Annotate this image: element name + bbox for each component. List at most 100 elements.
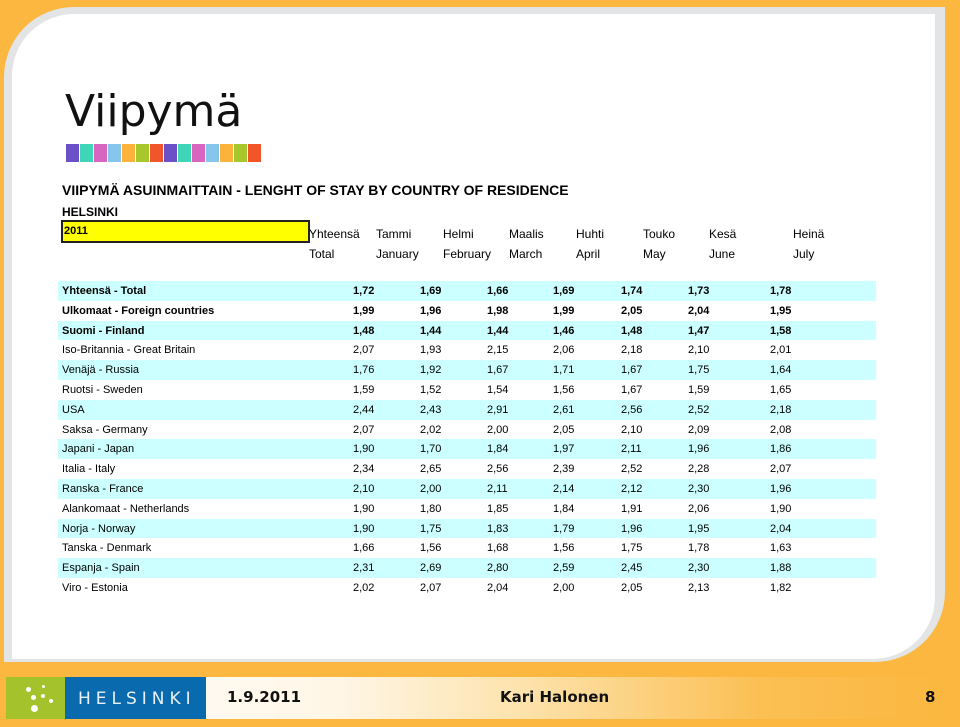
table-cell: 1,44 [487,324,509,337]
table-cell: 2,04 [688,304,710,317]
table-title: VIIPYMÄ ASUINMAITTAIN - LENGHT OF STAY B… [62,182,569,198]
table-cell: 1,80 [420,502,442,515]
color-swatch [136,144,149,162]
table-cell: 1,64 [770,364,792,377]
column-header-fi: Tammi [376,227,412,241]
table-cell: 1,66 [487,285,509,297]
table-cell: 2,91 [487,403,509,416]
row-label: USA [62,403,85,416]
table-row: Ulkomaat - Foreign countries 1,99 1,96 1,98… [58,301,876,321]
table-cell: 2,30 [688,562,710,575]
table-cell: 2,10 [621,423,643,436]
table-cell: 1,99 [353,304,375,317]
table-cell: 2,04 [487,581,509,594]
table-row: Ruotsi - Sweden 1,59 1,52 1,54 1,56 1,67 1,59 1… [58,380,876,400]
table-cell: 2,13 [688,581,710,594]
table-cell: 1,86 [770,443,792,456]
table-cell: 2,08 [770,423,792,436]
color-swatch [178,144,191,162]
table-cell: 1,70 [420,443,442,456]
table-cell: 2,18 [621,344,643,357]
table-cell: 1,73 [688,285,710,297]
table-cell: 2,10 [688,344,710,357]
page-number: 8 [925,688,936,706]
helsinki-logo-mark [6,677,65,719]
table-cell: 1,46 [553,324,575,337]
color-swatch [164,144,177,162]
table-row: Espanja - Spain 2,31 2,69 2,80 2,59 2,45 2,30 1… [58,558,876,578]
table-cell: 2,61 [553,403,575,416]
table-cell: 1,59 [688,383,710,396]
row-label: Japani - Japan [62,443,135,456]
table-cell: 2,02 [353,581,375,594]
row-label: Espanja - Spain [62,562,140,575]
city-label: HELSINKI [62,205,119,219]
table-cell: 2,05 [621,304,643,317]
table-cell: 2,12 [621,482,643,495]
column-header-en: February [443,247,492,261]
table-cell: 1,98 [487,304,509,317]
table-cell: 1,90 [353,502,375,515]
table-cell: 1,76 [353,364,375,377]
table-cell: 1,96 [770,482,792,495]
table-row: Japani - Japan 1,90 1,70 1,84 1,97 2,11 1,96 1,… [58,439,876,460]
table-cell: 2,14 [553,482,575,495]
table-cell: 1,84 [487,443,509,456]
column-header-en: March [509,247,543,261]
row-label: Saksa - Germany [62,423,148,436]
table-cell: 2,04 [770,522,792,535]
color-swatch [234,144,247,162]
table-row: Norja - Norway 1,90 1,75 1,83 1,79 1,96 1,95 2,… [58,518,876,539]
table-cell: 1,75 [621,542,643,555]
table-cell: 1,95 [770,304,792,317]
table-cell: 1,67 [621,383,643,396]
color-swatch [192,144,205,162]
table-cell: 1,71 [553,364,575,377]
table-cell: 2,07 [353,423,375,436]
table-cell: 1,69 [420,285,442,297]
table-row: Venäjä - Russia 1,76 1,92 1,67 1,71 1,67 1,75 1… [58,360,876,380]
table-cell: 1,72 [353,285,375,297]
table-cell: 1,56 [553,383,575,396]
table-cell: 1,75 [420,522,442,535]
column-header-en: January [376,247,419,261]
table-cell: 1,85 [487,502,509,515]
table-cell: 1,47 [688,324,710,337]
table-row: Saksa - Germany 2,07 2,02 2,00 2,05 2,10 2,09 2… [58,420,876,440]
color-swatch [150,144,163,162]
table-cell: 1,95 [688,522,710,535]
footer-date: 1.9.2011 [227,688,302,706]
column-header-en: July [793,247,815,261]
table-row: Suomi - Finland 1,48 1,44 1,44 1,46 1,48 1,47 1… [58,320,876,341]
table-cell: 1,54 [487,383,509,396]
table-cell: 2,69 [420,562,442,575]
row-label: Ranska - France [62,482,144,495]
table-row: Yhteensä - Total 1,72 1,69 1,66 1,69 1,74 1,73… [58,281,876,301]
column-header-fi: Huhti [576,227,605,241]
table-row: Ranska - France 2,10 2,00 2,11 2,14 2,12 2,30 1… [58,478,876,499]
table-cell: 2,65 [420,463,442,476]
table-cell: 2,34 [353,463,375,476]
table-cell: 2,15 [487,344,509,357]
table-cell: 2,07 [420,581,442,594]
table-cell: 2,43 [420,403,442,416]
table-cell: 1,96 [420,304,442,317]
table-cell: 2,30 [688,482,710,495]
table-cell: 1,75 [688,364,710,377]
column-header-fi: Maalis [509,227,544,241]
column-header-en: May [643,247,666,261]
year-cell: 2011 [61,220,310,243]
row-label: Alankomaat - Netherlands [62,502,190,515]
column-header-en: Total [309,247,335,261]
color-swatch [122,144,135,162]
logo-dot [31,705,38,712]
table-cell: 2,80 [487,562,509,575]
table-cell: 2,52 [688,403,710,416]
table-cell: 2,06 [688,502,710,515]
column-header-en: April [576,247,601,261]
logo-dot [49,699,53,703]
color-swatch [220,144,233,162]
table-cell: 2,00 [553,581,575,594]
table-cell: 1,91 [621,502,643,515]
table-cell: 1,92 [420,364,442,377]
